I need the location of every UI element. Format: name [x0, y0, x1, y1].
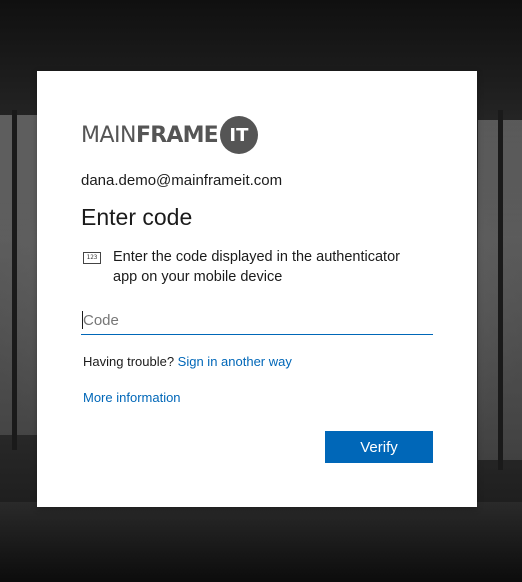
more-information-link[interactable]: More information: [83, 390, 181, 405]
verify-button[interactable]: Verify: [325, 431, 433, 463]
logo-text-light: MAIN: [81, 122, 136, 148]
sign-in-card: MAIN FRAME IT dana.demo@mainframeit.com …: [37, 71, 477, 507]
account-identity: dana.demo@mainframeit.com: [81, 172, 283, 189]
company-logo: MAIN FRAME IT: [81, 116, 258, 154]
trouble-prefix: Having trouble?: [83, 354, 178, 369]
sign-in-another-way-link[interactable]: Sign in another way: [178, 354, 292, 369]
logo-text-bold: FRAME: [135, 122, 219, 148]
page-title: Enter code: [81, 204, 193, 230]
instruction-text: Enter the code displayed in the authenti…: [113, 249, 400, 285]
code-input[interactable]: [81, 307, 433, 335]
trouble-line: Having trouble? Sign in another way: [83, 354, 292, 369]
instruction: 123 Enter the code displayed in the auth…: [83, 247, 423, 287]
logo-badge: IT: [219, 116, 258, 154]
text-caret: [82, 311, 83, 329]
numeric-code-icon: 123: [83, 252, 101, 264]
